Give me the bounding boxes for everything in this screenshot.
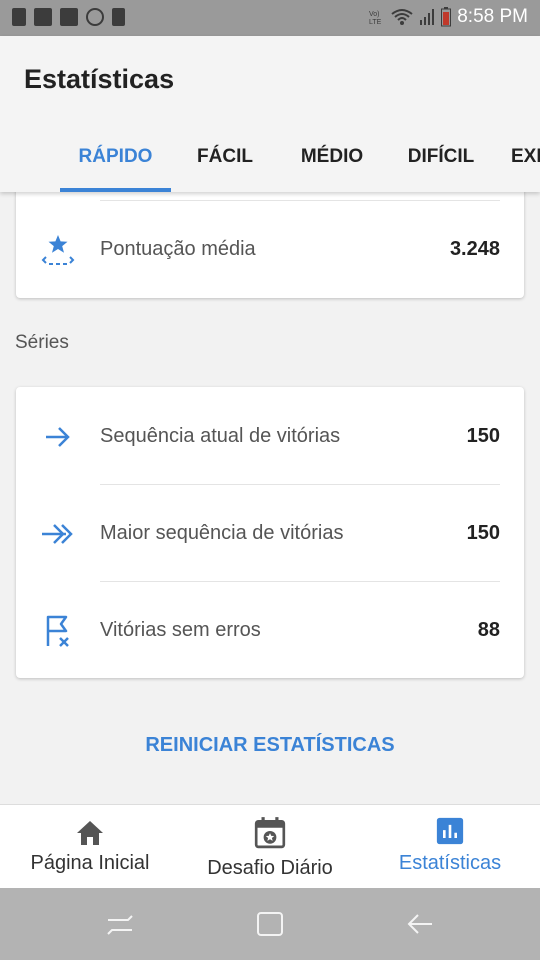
linkedin-icon: [34, 8, 52, 26]
stat-value: 3.248: [449, 238, 500, 260]
page-title: Estatísticas: [24, 64, 175, 94]
battery-icon: [441, 7, 452, 27]
tab-indicator: [60, 188, 171, 192]
stat-value: 150: [466, 425, 500, 447]
section-title-series: Séries: [15, 332, 69, 353]
nav-label: Página Inicial: [30, 852, 150, 874]
reset-stats-button[interactable]: REINICIAR ESTATÍSTICAS: [0, 725, 540, 765]
stat-row-average-score: Pontuação média 3.248: [16, 201, 524, 298]
svg-text:LTE: LTE: [369, 19, 382, 26]
star-score-icon: [41, 235, 75, 265]
sim-icon: [12, 8, 26, 26]
status-right-icons: Vo) LTE 8:58 PM: [369, 6, 528, 28]
tab-expert[interactable]: EXPERT: [511, 136, 540, 192]
double-arrow-right-icon: [42, 524, 73, 544]
nav-daily-challenge[interactable]: Desafio Diário: [180, 805, 360, 889]
bottom-navigation: Página Inicial Desafio Diário Estatístic…: [0, 804, 540, 888]
nav-statistics[interactable]: Estatísticas: [360, 805, 540, 889]
back-icon[interactable]: [404, 908, 436, 940]
volte-icon: Vo)LTE: [369, 11, 382, 26]
recent-apps-icon[interactable]: [104, 908, 136, 940]
stat-label: Vitórias sem erros: [100, 619, 261, 641]
status-time: 8:58 PM: [457, 6, 528, 27]
app-header: Estatísticas RÁPIDO FÁCIL MÉDIO DIFÍCIL …: [0, 36, 540, 192]
stat-value: 150: [466, 522, 500, 544]
sd-card-icon: [112, 8, 125, 26]
stat-row-longest-streak: Maior sequência de vitórias 150: [16, 485, 524, 582]
status-left-icons: [12, 8, 125, 26]
tab-medio[interactable]: MÉDIO: [290, 136, 374, 192]
tab-dificil[interactable]: DIFÍCIL: [396, 136, 486, 192]
stat-row-flawless-wins: Vitórias sem erros 88: [16, 582, 524, 679]
tab-rapido[interactable]: RÁPIDO: [60, 136, 171, 192]
stat-label: Pontuação média: [100, 238, 256, 260]
svg-text:Vo): Vo): [369, 11, 380, 18]
home-icon: [77, 821, 103, 845]
system-navigation-bar: [0, 888, 540, 960]
stat-row-current-streak: Sequência atual de vitórias 150: [16, 388, 524, 485]
stat-label: Sequência atual de vitórias: [100, 425, 341, 447]
stat-label: Maior sequência de vitórias: [100, 522, 344, 544]
home-button-icon[interactable]: [254, 908, 286, 940]
sync-icon: [86, 8, 104, 26]
nav-label: Estatísticas: [398, 852, 502, 874]
image-icon: [60, 8, 78, 26]
flag-no-errors-icon: [46, 615, 69, 647]
signal-icon: [420, 9, 435, 25]
status-bar: Vo) LTE 8:58 PM: [0, 0, 540, 36]
tab-facil[interactable]: FÁCIL: [184, 136, 266, 192]
calendar-star-icon: [254, 817, 286, 849]
stat-value: 88: [477, 619, 500, 641]
arrow-right-icon: [46, 427, 70, 447]
wifi-icon: [391, 9, 413, 25]
nav-label: Desafio Diário: [207, 857, 333, 879]
difficulty-tabs: RÁPIDO FÁCIL MÉDIO DIFÍCIL EXPERT: [0, 136, 540, 192]
bar-chart-icon: [436, 817, 464, 845]
stats-card-series: Sequência atual de vitórias 150 Maior se…: [16, 387, 524, 678]
nav-home[interactable]: Página Inicial: [0, 805, 180, 889]
